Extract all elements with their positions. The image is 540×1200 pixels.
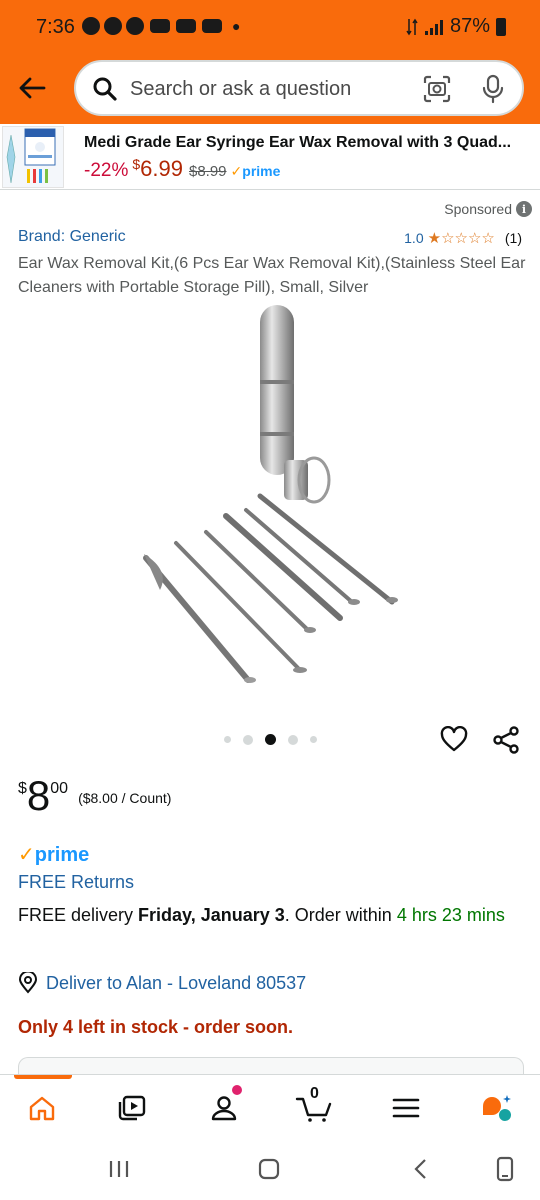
carousel-dot[interactable] <box>243 734 253 745</box>
sponsored-label[interactable]: Sponsored i <box>444 201 532 217</box>
arrow-left-icon <box>19 77 46 99</box>
messenger-icon <box>104 17 122 35</box>
carousel-dot[interactable] <box>224 736 231 743</box>
system-back-button[interactable] <box>406 1156 436 1182</box>
sponsored-price: $6.99 <box>132 156 183 181</box>
unit-price: ($8.00 / Count) <box>78 790 172 806</box>
discord-icon <box>202 19 222 33</box>
discord-icon <box>150 19 170 33</box>
delivery-info: FREE delivery Friday, January 3. Order w… <box>18 905 505 925</box>
star-rating: ★ ☆ ☆ ☆ ☆ <box>428 231 495 246</box>
product-price: $ 8 00 ($8.00 / Count) <box>18 772 171 820</box>
star-empty-icon: ☆ <box>454 229 468 247</box>
account-icon <box>211 1096 237 1121</box>
sponsored-product-title: Medi Grade Ear Syringe Ear Wax Removal w… <box>84 134 512 151</box>
search-bar[interactable] <box>74 60 524 116</box>
list-price: $8.99 <box>188 163 227 180</box>
discount-percent: -22% <box>84 160 129 181</box>
product-image[interactable] <box>130 300 410 700</box>
home-icon <box>29 1096 55 1121</box>
location-pin-icon <box>18 972 38 994</box>
home-system-button[interactable] <box>254 1156 284 1182</box>
active-tab-indicator <box>14 1075 72 1079</box>
image-carousel-indicator[interactable] <box>224 734 317 745</box>
battery-percent: 87% <box>449 15 490 37</box>
prime-badge: ✓prime <box>230 163 281 179</box>
deliver-to-text: Deliver to Alan - Loveland 80537 <box>46 972 307 993</box>
star-empty-icon: ☆ <box>467 229 482 247</box>
nav-home[interactable] <box>22 1091 62 1125</box>
back-button[interactable] <box>14 70 50 106</box>
chevron-left-icon <box>414 1159 426 1179</box>
nav-account[interactable] <box>204 1085 244 1125</box>
search-input[interactable] <box>130 76 410 102</box>
system-navigation-bar <box>0 1138 540 1200</box>
nav-cart[interactable]: 0 <box>294 1085 334 1125</box>
share-icon <box>493 726 519 754</box>
discord-icon <box>176 19 196 33</box>
header <box>0 56 540 124</box>
share-button[interactable] <box>492 726 520 759</box>
notification-icons: ● <box>82 17 240 35</box>
carousel-dot[interactable] <box>288 734 298 745</box>
info-icon: i <box>516 201 532 217</box>
recent-apps-button[interactable] <box>104 1156 134 1182</box>
price-symbol: $ <box>18 780 27 797</box>
voice-search-button[interactable] <box>480 74 506 109</box>
add-to-wishlist-button[interactable] <box>440 725 468 759</box>
battery-icon <box>496 17 506 36</box>
deliver-to-link[interactable]: Deliver to Alan - Loveland 80537 <box>18 972 306 994</box>
stock-status: Only 4 left in stock - order soon. <box>18 1017 294 1037</box>
camera-icon <box>423 75 451 103</box>
data-arrows-icon <box>406 18 418 35</box>
heart-icon <box>440 725 468 752</box>
rating-summary[interactable]: 1.0 ★ ☆ ☆ ☆ ☆ (1) <box>404 230 522 246</box>
recent-apps-icon <box>109 1161 129 1177</box>
sponsored-product-banner[interactable]: Medi Grade Ear Syringe Ear Wax Removal w… <box>0 124 540 190</box>
status-bar: 7:36 ● 87% <box>0 0 540 56</box>
menu-icon <box>392 1098 420 1118</box>
price-fraction: 00 <box>50 780 69 797</box>
brand-link[interactable]: Brand: Generic <box>18 228 126 246</box>
star-empty-icon: ☆ <box>441 229 455 247</box>
rating-value: 1.0 <box>404 230 424 246</box>
bottom-navigation: 0 <box>0 1074 540 1138</box>
rufus-assistant-icon <box>483 1095 511 1121</box>
star-full-icon: ★ <box>427 229 442 247</box>
facebook-icon <box>126 17 144 35</box>
more-notifications-icon: ● <box>232 18 241 34</box>
free-returns-link[interactable]: FREE Returns <box>18 872 134 893</box>
cart-count: 0 <box>310 1085 319 1102</box>
microphone-icon <box>482 74 504 104</box>
signal-icon <box>424 19 443 35</box>
prime-badge-large: ✓prime <box>18 844 90 866</box>
video-library-icon <box>118 1095 146 1121</box>
sponsored-product-thumbnail <box>2 126 64 188</box>
keyboard-toggle-button[interactable] <box>490 1156 520 1182</box>
phone-icon <box>496 1156 514 1182</box>
status-time: 7:36 <box>36 16 75 38</box>
rating-count: (1) <box>504 230 522 246</box>
star-empty-icon: ☆ <box>481 229 495 247</box>
status-right: 87% <box>406 15 506 38</box>
product-title: Ear Wax Removal Kit,(6 Pcs Ear Wax Remov… <box>18 255 526 296</box>
carousel-dot[interactable] <box>310 736 317 743</box>
search-icon <box>93 77 117 101</box>
carousel-dot-active[interactable] <box>265 734 276 745</box>
nav-menu[interactable] <box>386 1091 426 1125</box>
messenger-icon <box>82 17 100 35</box>
price-whole: 8 <box>26 772 51 819</box>
notification-badge <box>232 1085 242 1095</box>
nav-rufus[interactable] <box>476 1091 516 1125</box>
order-window: 4 hrs 23 mins <box>396 905 505 925</box>
camera-search-button[interactable] <box>422 74 452 109</box>
sponsored-price-row: -22% $6.99 $8.99 ✓prime <box>84 156 280 182</box>
nav-video[interactable] <box>112 1091 152 1125</box>
home-square-icon <box>258 1158 280 1180</box>
delivery-date: Friday, January 3 <box>138 905 285 925</box>
